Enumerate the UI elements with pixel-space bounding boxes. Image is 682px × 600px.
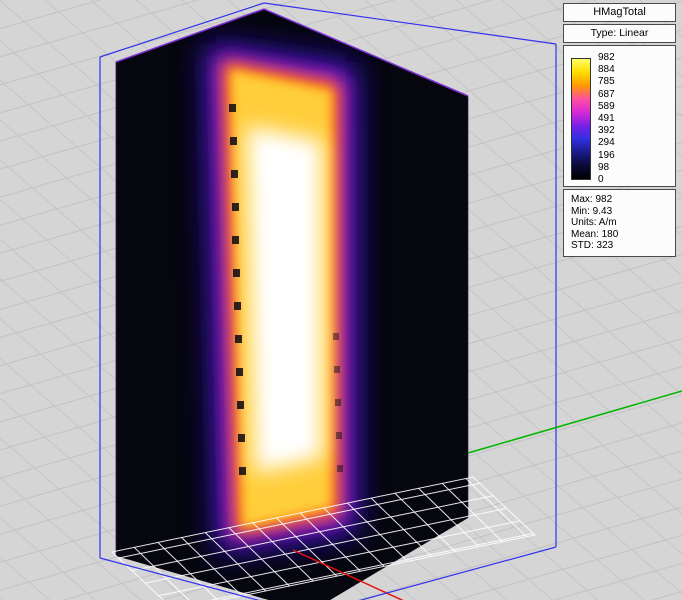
tick-label: 982 xyxy=(598,53,615,63)
legend-stats-panel[interactable]: Max: 982 Min: 9.43 Units: A/m Mean: 180 … xyxy=(563,189,676,257)
tick-label: 196 xyxy=(598,151,615,161)
tick-label: 687 xyxy=(598,90,615,100)
tick-label: 884 xyxy=(598,65,615,75)
legend-scale-type: Type: Linear xyxy=(591,27,649,39)
legend-type-panel[interactable]: Type: Linear xyxy=(563,24,676,43)
legend-title-panel[interactable]: HMagTotal xyxy=(563,3,676,22)
field-plot-legend[interactable]: HMagTotal Type: Linear 982 884 785 687 5… xyxy=(563,3,676,259)
stat-std: STD: 323 xyxy=(571,240,673,252)
legend-tick-labels: 982 884 785 687 589 491 392 294 196 98 0 xyxy=(598,53,615,185)
legend-colorbar xyxy=(571,58,591,180)
stat-max: Max: 982 xyxy=(571,194,673,206)
tick-label: 392 xyxy=(598,126,615,136)
legend-title: HMagTotal xyxy=(593,6,646,18)
stat-mean: Mean: 180 xyxy=(571,229,673,241)
tick-label: 589 xyxy=(598,102,615,112)
stat-min: Min: 9.43 xyxy=(571,206,673,218)
tick-label: 294 xyxy=(598,138,615,148)
legend-scale-panel[interactable]: 982 884 785 687 589 491 392 294 196 98 0 xyxy=(563,45,676,187)
modeler-viewport[interactable]: HMagTotal Type: Linear 982 884 785 687 5… xyxy=(0,0,682,600)
field-magnitude-glow xyxy=(205,42,357,553)
tick-label: 0 xyxy=(598,175,615,185)
tick-label: 785 xyxy=(598,77,615,87)
tick-label: 491 xyxy=(598,114,615,124)
tick-label: 98 xyxy=(598,163,615,173)
stat-units: Units: A/m xyxy=(571,217,673,229)
